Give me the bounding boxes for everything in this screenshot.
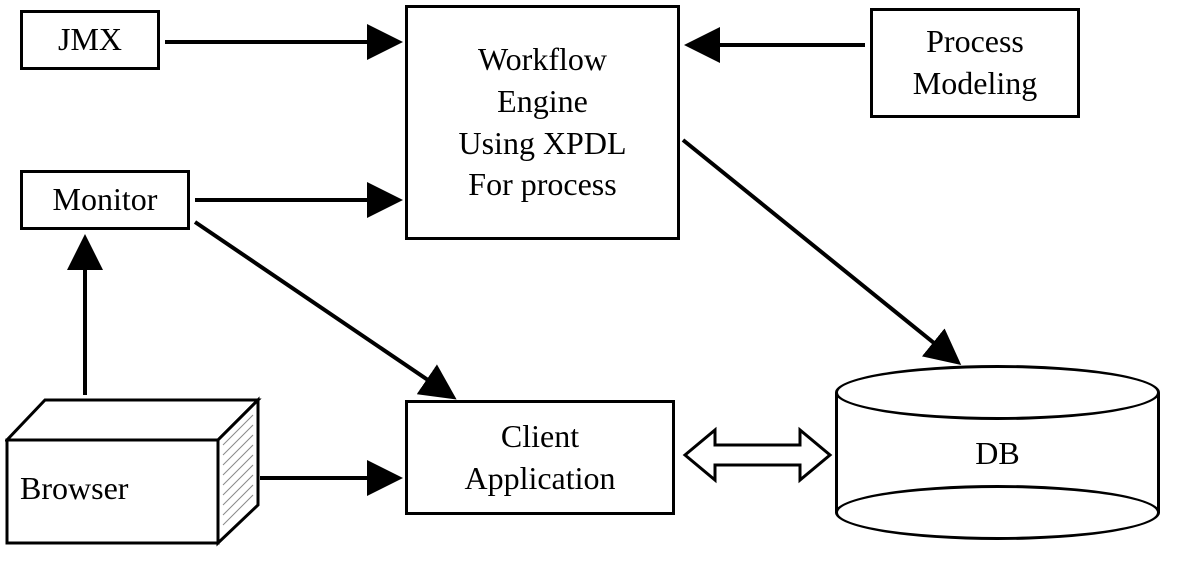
node-process-content: Process Modeling <box>913 21 1037 104</box>
node-db: DB <box>835 365 1160 540</box>
client-line2: Application <box>464 458 615 500</box>
diagram-canvas: JMX Monitor Workflow Engine Using XPDL F… <box>0 0 1191 562</box>
node-jmx: JMX <box>20 10 160 70</box>
node-monitor-label: Monitor <box>53 179 158 221</box>
client-line1: Client <box>464 416 615 458</box>
node-db-label: DB <box>835 435 1160 472</box>
node-process-modeling: Process Modeling <box>870 8 1080 118</box>
workflow-line3: Using XPDL <box>458 123 626 165</box>
node-browser: Browser <box>5 395 260 545</box>
node-monitor: Monitor <box>20 170 190 230</box>
arrow-workflow-to-db <box>683 140 955 360</box>
node-workflow-content: Workflow Engine Using XPDL For process <box>458 39 626 205</box>
workflow-line2: Engine <box>458 81 626 123</box>
process-line2: Modeling <box>913 63 1037 105</box>
arrow-monitor-to-client <box>195 222 450 395</box>
workflow-line4: For process <box>458 164 626 206</box>
node-jmx-label: JMX <box>58 19 122 61</box>
node-client-content: Client Application <box>464 416 615 499</box>
node-workflow-engine: Workflow Engine Using XPDL For process <box>405 5 680 240</box>
workflow-line1: Workflow <box>458 39 626 81</box>
arrow-client-db-bidirectional <box>685 430 830 480</box>
process-line1: Process <box>913 21 1037 63</box>
node-browser-label: Browser <box>20 470 128 507</box>
node-client-application: Client Application <box>405 400 675 515</box>
